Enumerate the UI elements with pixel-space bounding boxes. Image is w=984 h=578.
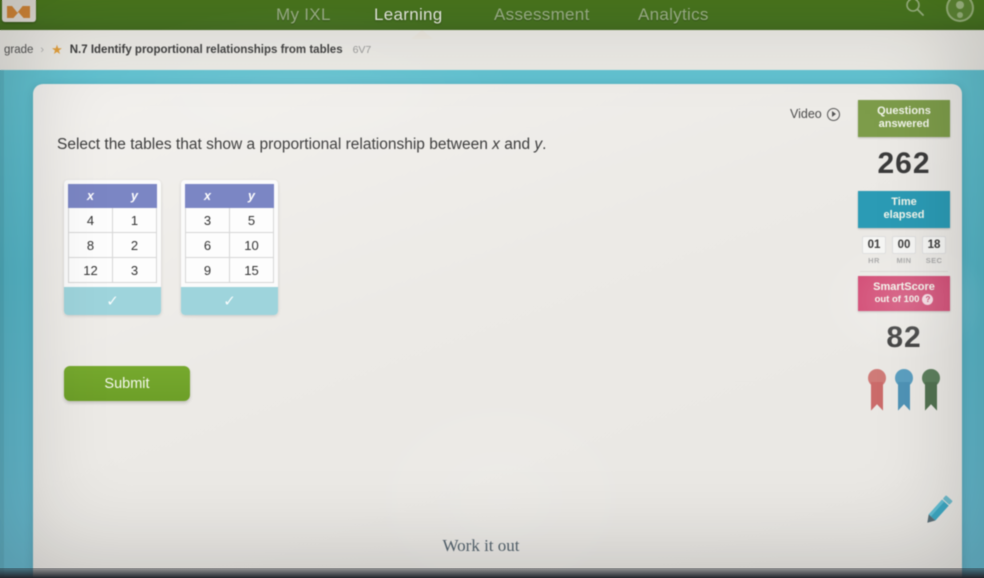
question-var-x: x: [492, 136, 500, 153]
cell-y: 1: [112, 207, 157, 233]
ribbon-tail: [871, 381, 883, 411]
clock-hours: 01 HR: [862, 235, 886, 265]
question-prompt: Select the tables that show a proportion…: [57, 136, 546, 154]
cell-y: 5: [229, 207, 274, 233]
time-elapsed-label-line2: elapsed: [883, 209, 925, 222]
table-row: 9 15: [185, 257, 274, 283]
smartscore-banner: SmartScore out of 100 ?: [858, 275, 950, 311]
cell-x: 4: [68, 207, 113, 233]
nav-item-assessment[interactable]: Assessment: [494, 0, 590, 30]
cell-x: 12: [68, 257, 113, 283]
ixl-practice-screen: Select the tables that show a proportion…: [0, 0, 984, 578]
nav-item-analytics[interactable]: Analytics: [638, 0, 709, 30]
breadcrumb-skill: N.7 Identify proportional relationships …: [69, 44, 343, 56]
cell-y: 3: [112, 257, 157, 283]
table-row: 12 3: [68, 257, 157, 283]
cell-y: 15: [229, 257, 274, 283]
top-navigation-bar: My IXL Learning Assessment Analytics: [0, 0, 984, 30]
award-ribbon-silver-icon: [894, 368, 914, 411]
pencil-icon[interactable]: [918, 488, 960, 530]
breadcrumb-skill-code: 6V7: [352, 44, 372, 56]
cell-y: 10: [229, 232, 274, 258]
stats-divider: [860, 270, 948, 272]
page-left-edge: [0, 70, 4, 578]
clock-seconds: 18 SEC: [922, 235, 946, 265]
active-nav-pointer: [411, 30, 433, 39]
question-var-y: y: [534, 136, 543, 153]
user-avatar-icon[interactable]: [946, 0, 974, 22]
questions-answered-label-line1: Questions: [877, 105, 931, 117]
question-card: [33, 84, 962, 578]
clock-hours-unit: HR: [868, 255, 880, 265]
star-icon[interactable]: ★: [51, 42, 63, 58]
table-row: 3 5: [185, 207, 274, 233]
table-row: 8 2: [68, 232, 157, 258]
table-row: 4 1: [68, 207, 157, 233]
work-it-out-label[interactable]: Work it out: [0, 536, 962, 556]
ribbon-tail: [925, 381, 937, 411]
award-ribbon-bronze-icon: [867, 368, 887, 411]
time-elapsed-label-line1: Time: [891, 195, 917, 208]
breadcrumb: grade › ★ N.7 Identify proportional rela…: [4, 42, 371, 58]
table-header-row: x y: [68, 184, 157, 208]
clock-seconds-unit: SEC: [925, 255, 943, 265]
breadcrumb-separator: ›: [40, 44, 45, 56]
video-label: Video: [790, 107, 822, 121]
column-header-y: y: [229, 184, 274, 208]
question-text-mid: and: [499, 136, 535, 153]
column-header-y: y: [112, 184, 157, 208]
ixl-logo[interactable]: [2, 0, 36, 22]
ribbon-tail: [898, 381, 910, 411]
device-bottom-edge: [0, 568, 984, 578]
table-select-footer[interactable]: ✓: [64, 287, 161, 315]
table-row: 6 10: [185, 232, 274, 258]
checkmark-icon: ✓: [106, 292, 119, 310]
questions-answered-banner: Questions answered: [858, 100, 950, 137]
cell-x: 6: [185, 232, 230, 258]
checkmark-icon: ✓: [223, 292, 236, 310]
search-icon[interactable]: [904, 0, 926, 18]
column-header-x: x: [68, 184, 113, 208]
clock-minutes-unit: MIN: [896, 255, 912, 265]
breadcrumb-grade[interactable]: grade: [4, 44, 33, 56]
clock-seconds-value: 18: [922, 235, 946, 254]
video-link[interactable]: Video: [790, 107, 840, 121]
smartscore-subtitle: out of 100: [874, 294, 920, 306]
value-table: x y 4 1 8 2 12 3: [68, 184, 157, 283]
value-table: x y 3 5 6 10 9 15: [185, 184, 274, 283]
questions-answered-label-line2: answered: [878, 118, 930, 131]
cell-y: 2: [112, 232, 157, 258]
nav-item-my-ixl[interactable]: My IXL: [276, 0, 331, 30]
table-option-2[interactable]: x y 3 5 6 10 9 15 ✓: [181, 180, 278, 315]
clock-hours-value: 01: [862, 235, 886, 254]
table-header-row: x y: [185, 184, 274, 208]
table-option-1[interactable]: x y 4 1 8 2 12 3 ✓: [64, 180, 161, 315]
cell-x: 8: [68, 232, 113, 258]
questions-answered-value: 262: [877, 146, 931, 180]
smartscore-value: 82: [886, 320, 922, 354]
question-text-suffix: .: [542, 136, 547, 153]
cell-x: 3: [185, 207, 230, 233]
clock-minutes: 00 MIN: [892, 235, 916, 265]
smartscore-subtitle-row: out of 100 ?: [860, 294, 948, 306]
cell-x: 9: [185, 257, 230, 283]
awards-row: [858, 365, 950, 411]
play-circle-icon[interactable]: [826, 107, 840, 121]
column-header-x: x: [185, 184, 230, 208]
smartscore-label: SmartScore: [873, 280, 935, 293]
help-icon[interactable]: ?: [922, 294, 934, 306]
question-text-prefix: Select the tables that show a proportion…: [57, 136, 493, 153]
clock-minutes-value: 00: [892, 235, 916, 254]
award-ribbon-gold-icon: [921, 368, 941, 411]
time-elapsed-banner: Time elapsed: [858, 190, 950, 228]
table-select-footer[interactable]: ✓: [181, 287, 278, 315]
stats-panel: Questions answered 262 Time elapsed 01 H…: [858, 100, 950, 411]
submit-button[interactable]: Submit: [64, 366, 190, 401]
elapsed-clock: 01 HR 00 MIN 18 SEC: [858, 228, 950, 267]
nav-item-learning[interactable]: Learning: [374, 0, 443, 30]
